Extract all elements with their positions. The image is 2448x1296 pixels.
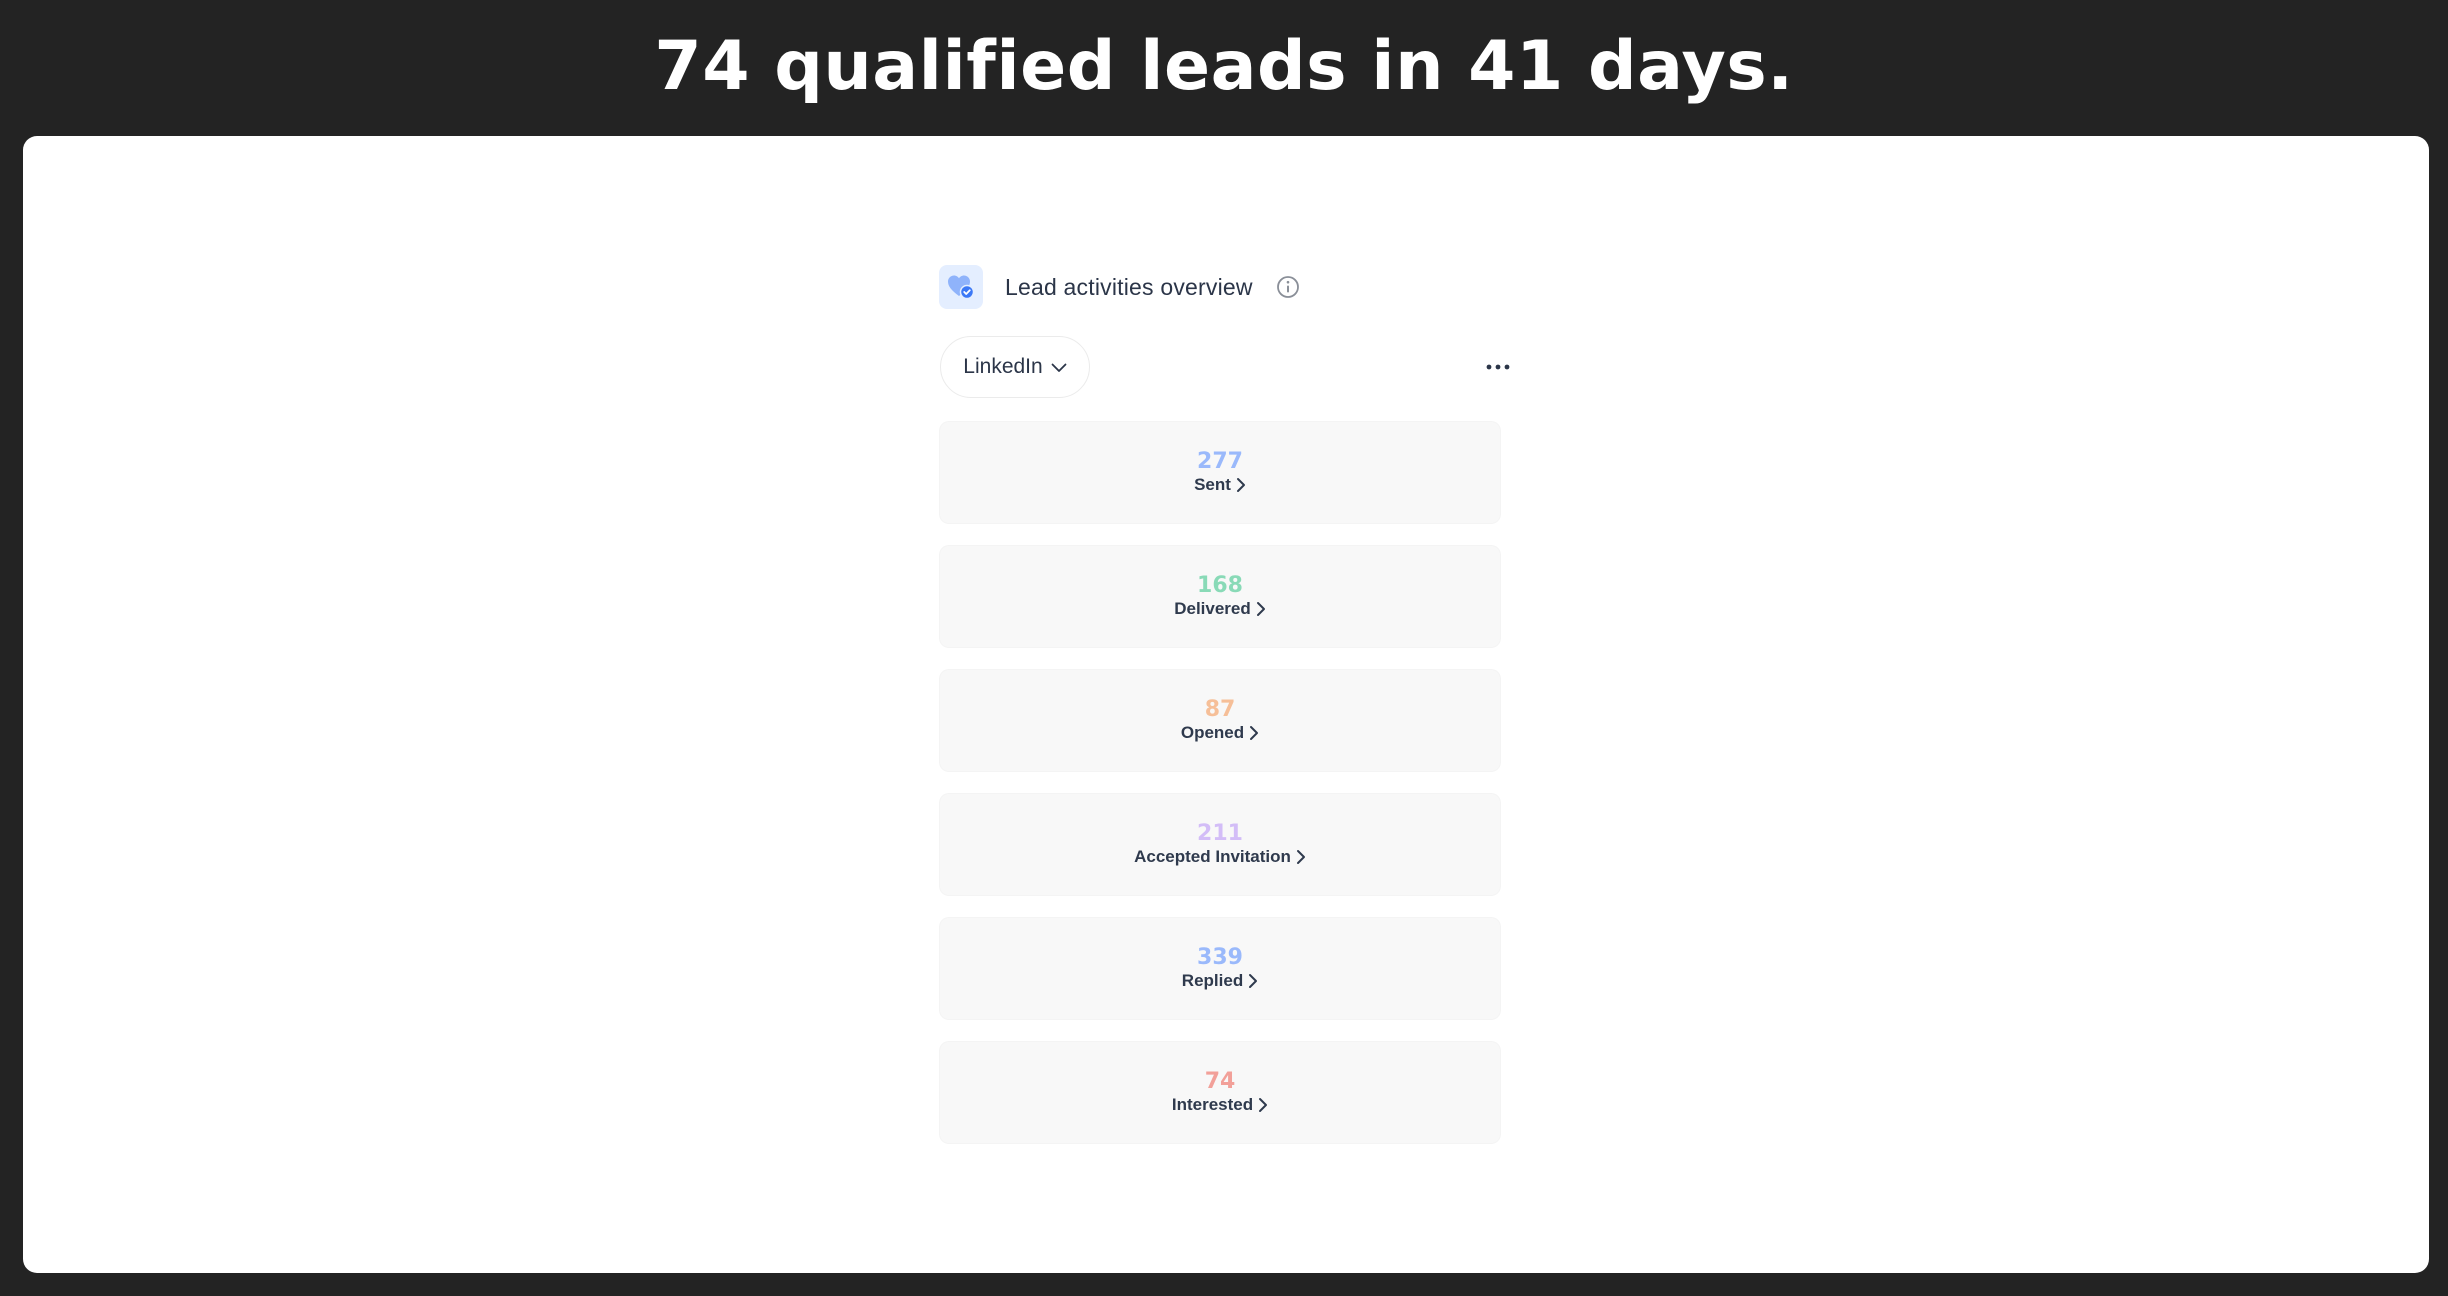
metric-label: Replied	[1181, 970, 1244, 990]
channel-dropdown[interactable]: LinkedIn	[940, 336, 1090, 398]
metric-value: 277	[1197, 448, 1243, 474]
metric-card-accepted-invitation[interactable]: 211 Accepted Invitation	[940, 794, 1500, 895]
metric-card-opened[interactable]: 87 Opened	[940, 670, 1500, 771]
metric-value: 339	[1197, 944, 1243, 970]
metric-card-interested[interactable]: 74 Interested	[940, 1042, 1500, 1143]
chevron-right-icon	[1256, 601, 1266, 617]
metric-value: 87	[1204, 696, 1236, 722]
metric-card-sent[interactable]: 277 Sent	[940, 422, 1500, 523]
widget-controls: LinkedIn	[939, 336, 1523, 400]
chevron-right-icon	[1248, 973, 1258, 989]
chevron-right-icon	[1258, 1097, 1268, 1113]
metric-label-row: Replied	[1182, 971, 1258, 991]
metric-label: Opened	[1180, 722, 1245, 742]
metric-card-delivered[interactable]: 168 Delivered	[940, 546, 1500, 647]
widget-title: Lead activities overview	[1005, 273, 1253, 300]
chevron-right-icon	[1249, 725, 1259, 741]
metric-label: Interested	[1171, 1094, 1254, 1114]
channel-dropdown-label: LinkedIn	[963, 355, 1043, 378]
metric-label: Delivered	[1174, 598, 1251, 618]
metric-label-row: Sent	[1194, 475, 1246, 495]
info-icon[interactable]	[1275, 274, 1301, 300]
heart-check-icon	[939, 265, 983, 309]
headline: 74 qualified leads in 41 days.	[654, 26, 1794, 106]
lead-activities-widget: Lead activities overview LinkedIn 277 Se…	[939, 262, 1523, 1166]
more-horizontal-icon	[1486, 364, 1510, 370]
canvas: Lead activities overview LinkedIn 277 Se…	[23, 136, 2429, 1273]
chevron-right-icon	[1236, 477, 1246, 493]
chevron-right-icon	[1296, 849, 1306, 865]
widget-header: Lead activities overview	[939, 262, 1523, 312]
metric-label-row: Accepted Invitation	[1134, 847, 1306, 867]
metric-label-row: Interested	[1172, 1095, 1268, 1115]
metric-label: Accepted Invitation	[1134, 846, 1291, 866]
metrics-list: 277 Sent 168 Delivered 87 Opened 211 Acc…	[939, 422, 1523, 1143]
metric-value: 168	[1197, 572, 1243, 598]
metric-label-row: Delivered	[1174, 599, 1266, 619]
metric-label-row: Opened	[1181, 723, 1259, 743]
metric-value: 211	[1197, 820, 1243, 846]
chevron-down-icon	[1051, 355, 1067, 379]
more-options-button[interactable]	[1483, 352, 1513, 382]
metric-card-replied[interactable]: 339 Replied	[940, 918, 1500, 1019]
metric-value: 74	[1204, 1068, 1236, 1094]
metric-label: Sent	[1194, 474, 1231, 494]
